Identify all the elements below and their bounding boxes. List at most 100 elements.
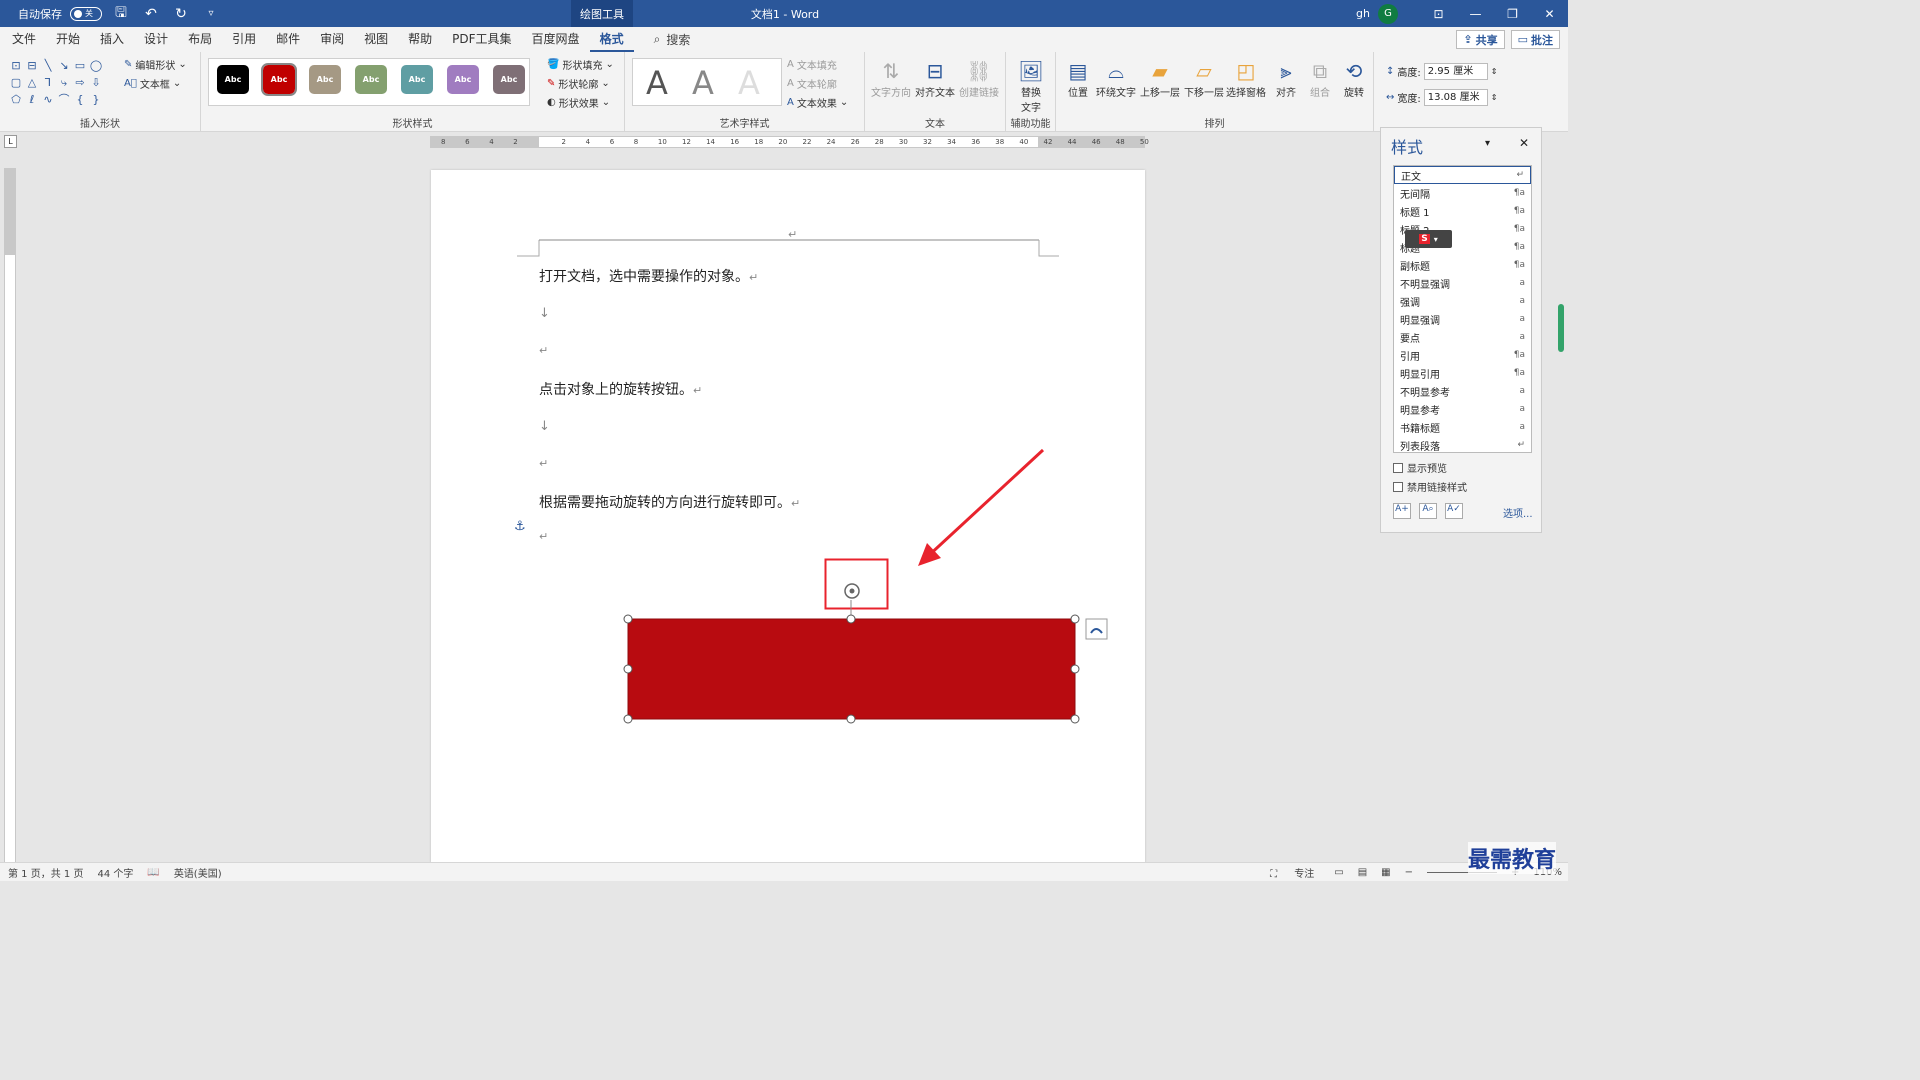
close-icon[interactable]: ✕ <box>1531 7 1568 21</box>
width-input[interactable]: 13.08 厘米 <box>1423 89 1488 106</box>
page-count[interactable]: 第 1 页，共 1 页 <box>8 865 83 880</box>
style-item[interactable]: 书籍标题 a <box>1394 418 1531 436</box>
tab-mailings[interactable]: 邮件 <box>266 27 310 52</box>
tab-review[interactable]: 审阅 <box>310 27 354 52</box>
shape-style-swatch[interactable]: Abc <box>309 65 341 94</box>
wordart-style-3[interactable]: A <box>729 65 769 101</box>
style-item[interactable]: 强调 a <box>1394 292 1531 310</box>
arc-shape-icon[interactable]: ⌒ <box>56 92 72 107</box>
arrow-line-shape-icon[interactable]: ↘ <box>56 58 72 73</box>
styles-options-link[interactable]: 选项... <box>1503 505 1533 520</box>
tab-help[interactable]: 帮助 <box>398 27 442 52</box>
show-preview-checkbox[interactable]: 显示预览 <box>1393 460 1447 475</box>
tab-file[interactable]: 文件 <box>2 27 46 52</box>
align-text-button[interactable]: ⊟ 对齐文本 <box>913 58 957 99</box>
shape-style-swatch[interactable]: Abc <box>217 65 249 94</box>
shape-effects-button[interactable]: ◐ 形状效果 ⌄ <box>547 95 610 110</box>
tab-references[interactable]: 引用 <box>222 27 266 52</box>
style-item[interactable]: 副标题 ¶a <box>1394 256 1531 274</box>
tab-layout[interactable]: 布局 <box>178 27 222 52</box>
style-item[interactable]: 不明显强调 a <box>1394 274 1531 292</box>
paragraph-1[interactable]: 打开文档，选中需要操作的对象。↵ <box>539 266 758 286</box>
manage-styles-icon[interactable]: A✓ <box>1445 503 1463 519</box>
edit-shape-button[interactable]: ✎ 编辑形状 ⌄ <box>124 57 187 72</box>
style-item[interactable]: 列表段落 ↵ <box>1394 436 1531 454</box>
focus-mode-button[interactable]: ⛶ 专注 <box>1262 865 1320 880</box>
curved-connector-shape-icon[interactable]: ⤷ <box>56 75 72 90</box>
tab-format[interactable]: 格式 <box>589 27 634 52</box>
shape-style-swatch[interactable]: Abc <box>447 65 479 94</box>
restore-icon[interactable]: ❐ <box>1494 7 1531 21</box>
comments-button[interactable]: ▭ 批注 <box>1510 30 1560 49</box>
style-item[interactable]: 引用 ¶a <box>1394 346 1531 364</box>
avatar[interactable]: G <box>1378 3 1398 24</box>
web-layout-icon[interactable]: ▦ <box>1381 867 1390 878</box>
ime-toolbar[interactable]: S ▾ <box>1405 230 1452 248</box>
proofing-icon[interactable]: 📖 <box>147 867 159 878</box>
tab-pdf-tools[interactable]: PDF工具集 <box>442 27 521 52</box>
autosave-toggle[interactable]: 关 <box>70 6 102 21</box>
style-item[interactable]: 明显参考 a <box>1394 400 1531 418</box>
tab-insert[interactable]: 插入 <box>90 27 134 52</box>
paragraph-3[interactable]: 根据需要拖动旋转的方向进行旋转即可。↵ <box>539 492 800 512</box>
wrap-text-button[interactable]: ⌓ 环绕文字 <box>1094 58 1138 99</box>
create-link-button[interactable]: ⛓ 创建链接 <box>957 58 1001 99</box>
right-arrow-shape-icon[interactable]: ⇨ <box>72 75 88 90</box>
triangle-shape-icon[interactable]: △ <box>24 75 40 90</box>
wordart-style-2[interactable]: A <box>683 65 723 101</box>
print-layout-icon[interactable]: ▤ <box>1358 867 1367 878</box>
close-pane-icon[interactable]: ✕ <box>1519 136 1529 150</box>
tab-selector[interactable]: L <box>4 135 17 148</box>
shape-outline-button[interactable]: ✎ 形状轮廓 ⌄ <box>547 76 610 91</box>
brace-right-shape-icon[interactable]: } <box>88 92 104 107</box>
width-spinner[interactable]: ⇕ <box>1491 93 1498 102</box>
pane-options-chevron-icon[interactable]: ▾ <box>1485 138 1490 149</box>
search-box[interactable]: ⌕ 搜索 <box>654 31 691 48</box>
redo-icon[interactable]: ↻ <box>170 6 192 22</box>
zoom-out-icon[interactable]: − <box>1405 867 1413 878</box>
vertical-textbox-shape-icon[interactable]: ⊟ <box>24 58 40 73</box>
style-item[interactable]: 正文 ↵ <box>1394 166 1531 184</box>
rotate-button[interactable]: ⟲ 旋转 <box>1332 58 1376 99</box>
freeform-shape-icon[interactable]: ℓ <box>24 92 40 107</box>
style-item[interactable]: 无间隔 ¶a <box>1394 184 1531 202</box>
line-shape-icon[interactable]: ╲ <box>40 58 56 73</box>
style-item[interactable]: 要点 a <box>1394 328 1531 346</box>
tab-home[interactable]: 开始 <box>46 27 90 52</box>
shape-style-swatch[interactable]: Abc <box>261 63 297 96</box>
customize-qat-icon[interactable]: ▿ <box>200 8 222 19</box>
shape-fill-button[interactable]: 🪣 形状填充 ⌄ <box>547 57 614 72</box>
rectangle-shape-icon[interactable]: ▭ <box>72 58 88 73</box>
style-item[interactable]: 标题 1 ¶a <box>1394 202 1531 220</box>
minimize-icon[interactable]: — <box>1457 7 1494 21</box>
style-item[interactable]: 明显引用 ¶a <box>1394 364 1531 382</box>
curve-shape-icon[interactable]: ∿ <box>40 92 56 107</box>
undo-icon[interactable]: ↶ <box>140 6 162 22</box>
textbox-shape-icon[interactable]: ⊡ <box>8 58 24 73</box>
scrollbar-thumb[interactable] <box>1558 304 1564 352</box>
new-style-icon[interactable]: A+ <box>1393 503 1411 519</box>
ribbon-display-icon[interactable]: ⊡ <box>1420 7 1457 21</box>
text-box-button[interactable]: A⃞ 文本框 ⌄ <box>124 76 181 91</box>
read-mode-icon[interactable]: ▭ <box>1334 867 1343 878</box>
tab-view[interactable]: 视图 <box>354 27 398 52</box>
style-item[interactable]: 明显强调 a <box>1394 310 1531 328</box>
tab-design[interactable]: 设计 <box>134 27 178 52</box>
text-effects-button[interactable]: A 文本效果 ⌄ <box>787 95 848 110</box>
height-input[interactable]: 2.95 厘米 <box>1423 63 1488 80</box>
save-icon[interactable]: 🖫 <box>110 2 132 26</box>
text-fill-button[interactable]: A 文本填充 <box>787 57 837 72</box>
down-arrow-shape-icon[interactable]: ⇩ <box>88 75 104 90</box>
oval-shape-icon[interactable]: ◯ <box>88 58 104 73</box>
send-backward-button[interactable]: ▱ 下移一层 <box>1182 58 1226 99</box>
disable-linked-styles-checkbox[interactable]: 禁用链接样式 <box>1393 479 1467 494</box>
horizontal-ruler[interactable]: 8 6 4 2 2 4 6 8 10 12 14 16 18 20 22 24 26 28 30 32 34 36 38 40… <box>430 136 1149 148</box>
vertical-ruler[interactable] <box>4 168 16 863</box>
wordart-style-1[interactable]: A <box>637 65 677 101</box>
tab-baidu-netdisk[interactable]: 百度网盘 <box>522 27 590 52</box>
rounded-rect-shape-icon[interactable]: ▢ <box>8 75 24 90</box>
text-outline-button[interactable]: A 文本轮廓 <box>787 76 837 91</box>
style-item[interactable]: 不明显参考 a <box>1394 382 1531 400</box>
text-direction-button[interactable]: ⇅ 文字方向 <box>869 58 913 99</box>
selection-pane-button[interactable]: ◰ 选择窗格 <box>1224 58 1268 99</box>
